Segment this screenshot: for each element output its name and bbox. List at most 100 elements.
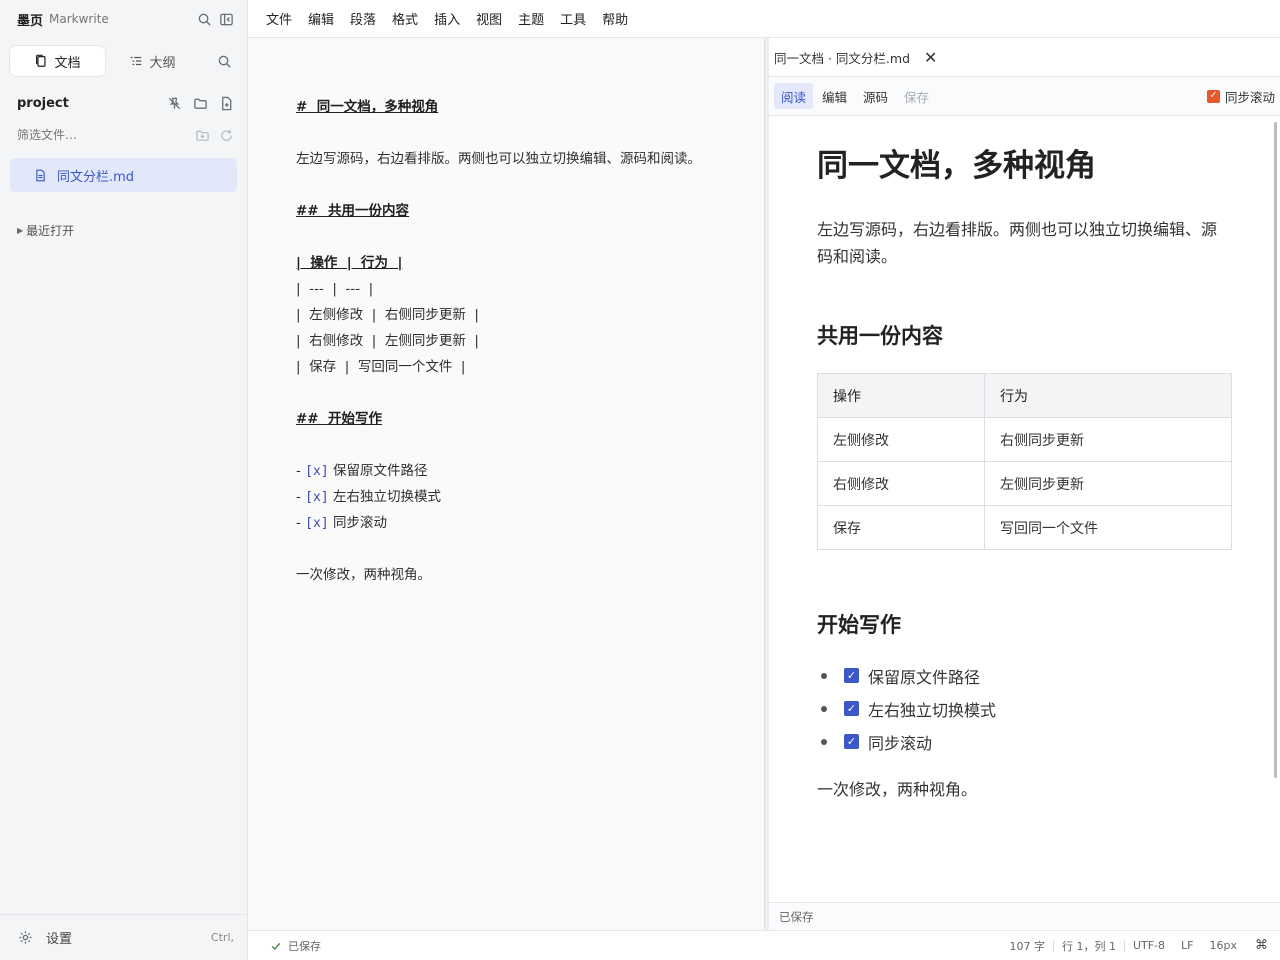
mode-edit-button[interactable]: 编辑	[815, 83, 854, 109]
table-row: 左侧修改 右侧同步更新	[817, 417, 1232, 462]
sync-scroll-toggle[interactable]: ✓ 同步滚动	[1206, 87, 1275, 106]
mode-source-button[interactable]: 源码	[856, 83, 895, 109]
table-header-cell: 操作	[817, 373, 985, 418]
collapse-sidebar-icon[interactable]	[215, 8, 237, 30]
checkbox-checked-icon[interactable]: ✓	[844, 668, 859, 683]
source-line: # 同一文档，多种视角	[296, 99, 439, 115]
source-line: | 保存 | 写回同一个文件 |	[296, 359, 466, 375]
bullet-icon	[821, 705, 827, 712]
check-icon	[271, 942, 281, 950]
menu-paragraph[interactable]: 段落	[342, 0, 384, 38]
gear-icon	[14, 927, 36, 949]
status-bar: 已保存 107 字 行 1，列 1 UTF-8 LF 16px ⌘	[248, 930, 1280, 960]
save-status-label: 已保存	[288, 939, 321, 953]
task-prefix: -	[296, 463, 306, 479]
source-text: # 同一文档，多种视角左边写源码，右边看排版。两侧也可以独立切换编辑、源码和阅读…	[296, 94, 701, 588]
checkbox-checked-icon[interactable]: ✓	[844, 701, 859, 716]
preview-intro: 左边写源码，右边看排版。两侧也可以独立切换编辑、源码和阅读。	[817, 220, 1218, 266]
tab-outline-label: 大纲	[149, 55, 176, 71]
preview-content: 同一文档，多种视角 左边写源码，右边看排版。两侧也可以独立切换编辑、源码和阅读。…	[817, 116, 1232, 803]
bullet-icon	[821, 738, 827, 745]
new-folder-icon[interactable]	[191, 124, 213, 146]
file-item[interactable]: 同文分栏.md	[10, 158, 237, 192]
task-text: 保留原文件路径	[332, 463, 428, 479]
source-line: 左边写源码，右边看排版。两侧也可以独立切换编辑、源码和阅读。	[296, 151, 701, 167]
menu-edit[interactable]: 编辑	[300, 0, 342, 38]
save-status: 已保存	[270, 938, 321, 954]
preview-heading-start: 开始写作	[817, 613, 901, 637]
source-line	[296, 120, 701, 146]
table-cell: 右侧修改	[817, 461, 985, 506]
menu-help[interactable]: 帮助	[594, 0, 636, 38]
task-list-item: ✓ 左右独立切换模式	[817, 692, 1232, 725]
task-label: 保留原文件路径	[868, 667, 981, 687]
source-line	[296, 172, 701, 198]
unpin-icon[interactable]	[163, 92, 185, 114]
sidebar-tabs: 文档 大纲	[10, 46, 237, 76]
table-cell: 左侧同步更新	[984, 461, 1232, 506]
outline-icon	[131, 56, 142, 66]
command-palette-icon[interactable]: ⌘	[1245, 938, 1280, 953]
close-icon[interactable]: ✕	[924, 48, 937, 67]
source-editor[interactable]: # 同一文档，多种视角左边写源码，右边看排版。两侧也可以独立切换编辑、源码和阅读…	[248, 38, 764, 930]
encoding[interactable]: UTF-8	[1125, 939, 1173, 952]
refresh-icon[interactable]	[215, 124, 237, 146]
preview-heading-1: 同一文档，多种视角	[817, 148, 1096, 184]
menu-bar: 文件 编辑 段落 格式 插入 视图 主题 工具 帮助	[248, 0, 1280, 38]
menu-insert[interactable]: 插入	[426, 0, 468, 38]
source-line: | 右侧修改 | 左侧同步更新 |	[296, 333, 479, 349]
task-text: 左右独立切换模式	[332, 489, 441, 505]
tab-outline[interactable]: 大纲	[105, 46, 200, 76]
table-cell: 写回同一个文件	[984, 505, 1232, 550]
task-marker: [x]	[305, 516, 329, 531]
tab-documents-label: 文档	[54, 55, 81, 71]
file-icon	[36, 169, 45, 181]
filter-row	[0, 124, 247, 146]
menu-format[interactable]: 格式	[384, 0, 426, 38]
menu-view[interactable]: 视图	[468, 0, 510, 38]
task-prefix: -	[296, 489, 306, 505]
table-cell: 保存	[817, 505, 985, 550]
cursor-position[interactable]: 行 1，列 1	[1054, 938, 1124, 954]
checkbox-checked-icon[interactable]: ✓	[844, 734, 859, 749]
sidebar: 墨页 Markwrite 文档 大纲 project 筛选文件… 同文分栏.md…	[0, 0, 248, 960]
filter-files-input[interactable]	[17, 128, 157, 142]
menu-theme[interactable]: 主题	[510, 0, 552, 38]
source-line	[296, 432, 701, 458]
source-line	[296, 380, 701, 406]
new-file-icon[interactable]	[215, 92, 237, 114]
table-cell: 左侧修改	[817, 417, 985, 462]
font-size[interactable]: 16px	[1202, 939, 1246, 952]
preview-status: 已保存	[769, 902, 1280, 930]
source-line: ## 共用一份内容	[296, 203, 410, 219]
sync-scroll-label: 同步滚动	[1224, 89, 1275, 105]
task-label: 左右独立切换模式	[868, 700, 997, 720]
preview-table: 操作 行为 左侧修改 右侧同步更新 右侧修改 左侧同步更新 保存 写回同一个文件	[817, 373, 1232, 550]
preview-heading-shared: 共用一份内容	[817, 324, 943, 348]
mode-read-button[interactable]: 阅读	[774, 83, 814, 109]
source-line: 一次修改，两种视角。	[296, 567, 431, 583]
table-cell: 右侧同步更新	[984, 417, 1232, 462]
table-header-cell: 行为	[984, 373, 1232, 418]
recent-section-toggle[interactable]: ▶ 最近打开	[0, 222, 247, 239]
search-files-icon[interactable]	[213, 50, 235, 72]
tab-documents[interactable]: 文档	[10, 46, 105, 76]
save-button[interactable]: 保存	[897, 83, 936, 109]
settings-button[interactable]: 设置 Ctrl,	[0, 914, 248, 960]
source-line: | 左侧修改 | 右侧同步更新 |	[296, 307, 479, 323]
app-subtitle: Markwrite	[49, 12, 109, 26]
menu-file[interactable]: 文件	[258, 0, 300, 38]
open-folder-icon[interactable]	[189, 92, 211, 114]
search-icon[interactable]	[193, 8, 215, 30]
bullet-icon	[821, 672, 827, 679]
table-header-row: 操作 行为	[817, 373, 1232, 418]
source-line: | --- | --- |	[296, 281, 374, 297]
preview-scrollbar[interactable]	[1274, 122, 1277, 778]
caret-right-icon: ▶	[17, 226, 24, 235]
source-line: - [x] 保留原文件路径	[296, 458, 701, 484]
source-line: | 操作 | 行为 |	[296, 255, 403, 271]
menu-tools[interactable]: 工具	[552, 0, 594, 38]
line-ending[interactable]: LF	[1173, 939, 1201, 952]
recent-label: 最近打开	[26, 224, 75, 238]
preview-body: 同一文档，多种视角 左边写源码，右边看排版。两侧也可以独立切换编辑、源码和阅读。…	[769, 116, 1280, 902]
